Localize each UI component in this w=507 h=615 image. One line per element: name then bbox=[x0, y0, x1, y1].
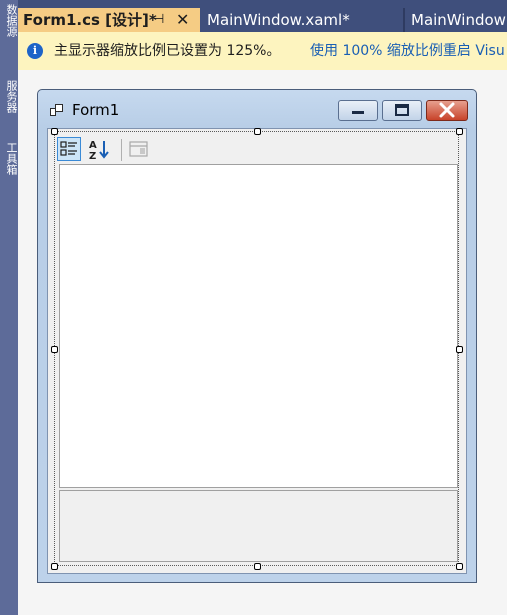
document-tab-bar: Form1.cs [设计]* ⊣ ✕ MainWindow.xaml* Main… bbox=[18, 0, 507, 32]
resize-handle-bottom[interactable] bbox=[254, 563, 261, 570]
form-title: Form1 bbox=[72, 101, 120, 119]
left-tool-rail: 数据源 服务器 工具箱 bbox=[0, 0, 18, 615]
svg-text:A: A bbox=[89, 140, 97, 151]
property-pages-icon bbox=[129, 141, 148, 157]
close-button[interactable] bbox=[426, 100, 468, 121]
resize-handle-top-left[interactable] bbox=[51, 128, 58, 135]
tab-label: Form1.cs [设计]* bbox=[23, 11, 157, 29]
minimize-icon bbox=[352, 111, 364, 114]
rail-tab-toolbox[interactable]: 工具箱 bbox=[1, 142, 17, 192]
tab-separator bbox=[403, 8, 405, 32]
restart-scaling-link[interactable]: 使用 100% 缩放比例重启 Visu bbox=[310, 42, 505, 60]
rail-tab-server[interactable]: 服务器 bbox=[1, 80, 17, 140]
toolbar-separator bbox=[121, 139, 122, 161]
resize-handle-top-right[interactable] bbox=[456, 128, 463, 135]
resize-handle-left[interactable] bbox=[51, 346, 58, 353]
minimize-button[interactable] bbox=[338, 100, 378, 121]
property-help-pane bbox=[59, 490, 458, 562]
form-client-area[interactable]: A Z bbox=[47, 128, 467, 574]
info-message: 主显示器缩放比例已设置为 125%。 bbox=[54, 43, 281, 59]
tab-label: MainWindow bbox=[411, 11, 506, 29]
categorized-icon bbox=[60, 141, 77, 156]
categorized-button[interactable] bbox=[57, 137, 81, 161]
info-icon: i bbox=[27, 43, 43, 59]
tab-label: MainWindow.xaml* bbox=[207, 11, 350, 29]
close-icon bbox=[439, 102, 455, 118]
alphabetical-button[interactable]: A Z bbox=[87, 137, 111, 162]
form1-window[interactable]: Form1 A Z bbox=[37, 89, 477, 583]
alphabetical-icon: A Z bbox=[89, 140, 109, 162]
pin-icon[interactable]: ⊣ bbox=[153, 9, 164, 31]
close-icon[interactable]: ✕ bbox=[176, 9, 189, 31]
tab-mainwindow[interactable]: MainWindow bbox=[406, 8, 507, 32]
rail-tab-data-sources[interactable]: 数据源 bbox=[1, 4, 17, 74]
resize-handle-bottom-left[interactable] bbox=[51, 563, 58, 570]
maximize-icon bbox=[395, 104, 409, 116]
resize-handle-top[interactable] bbox=[254, 128, 261, 135]
property-pages-button[interactable] bbox=[127, 137, 151, 161]
resize-handle-right[interactable] bbox=[456, 346, 463, 353]
resize-handle-bottom-right[interactable] bbox=[456, 563, 463, 570]
tab-form1-designer[interactable]: Form1.cs [设计]* bbox=[18, 8, 200, 32]
svg-text:Z: Z bbox=[89, 151, 96, 161]
maximize-button[interactable] bbox=[382, 100, 422, 121]
info-bar: i 主显示器缩放比例已设置为 125%。 使用 100% 缩放比例重启 Visu bbox=[18, 32, 507, 70]
tab-mainwindow-xaml[interactable]: MainWindow.xaml* bbox=[202, 8, 403, 32]
property-grid-toolbar: A Z bbox=[57, 137, 457, 163]
property-grid-view[interactable] bbox=[59, 164, 458, 488]
form-app-icon bbox=[50, 104, 63, 116]
